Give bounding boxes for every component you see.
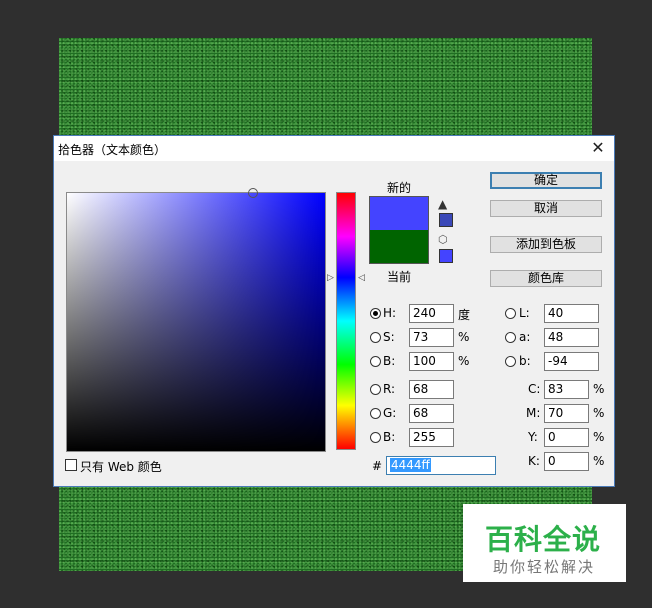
- l-radio[interactable]: [505, 308, 516, 319]
- a-field[interactable]: 48: [544, 328, 599, 347]
- h-label: H:: [383, 306, 397, 320]
- s-field[interactable]: 73: [409, 328, 454, 347]
- k-unit: %: [593, 454, 605, 468]
- c-label: C:: [528, 382, 541, 396]
- c-field[interactable]: 83: [544, 380, 589, 399]
- y-field[interactable]: 0: [544, 428, 589, 447]
- y-label: Y:: [528, 430, 538, 444]
- g-label: G:: [383, 406, 397, 420]
- h-unit: 度: [458, 308, 471, 322]
- blue-radio[interactable]: [370, 432, 381, 443]
- color-picker-dialog: 拾色器（文本颜色） ✕ ▷ ◁ 新的 当前 ▲ ⬡ 确定 取消 添加到色板 颜色…: [53, 135, 615, 487]
- m-unit: %: [593, 406, 605, 420]
- new-color-swatch: [369, 196, 429, 230]
- web-colors-only-label[interactable]: 只有 Web 颜色: [80, 458, 162, 475]
- s-label: S:: [383, 330, 395, 344]
- hex-label: #: [372, 459, 383, 473]
- h-field[interactable]: 240: [409, 304, 454, 323]
- current-color-swatch[interactable]: [369, 230, 429, 264]
- hue-slider-left-arrow-icon[interactable]: ▷: [327, 273, 334, 283]
- watermark-title: 百科全说: [485, 523, 602, 556]
- lab-b-field[interactable]: -94: [544, 352, 599, 371]
- watermark-subtitle: 助你轻松解决: [493, 558, 596, 576]
- web-colors-only-checkbox[interactable]: [65, 459, 77, 471]
- r-radio[interactable]: [370, 384, 381, 395]
- l-field[interactable]: 40: [544, 304, 599, 323]
- close-icon[interactable]: ✕: [588, 138, 608, 158]
- add-to-swatches-button[interactable]: 添加到色板: [490, 236, 602, 253]
- k-label: K:: [528, 454, 540, 468]
- g-radio[interactable]: [370, 408, 381, 419]
- r-field[interactable]: 68: [409, 380, 454, 399]
- h-radio[interactable]: [370, 308, 381, 319]
- web-safe-cube-icon: ⬡: [438, 233, 448, 246]
- blue-field[interactable]: 255: [409, 428, 454, 447]
- lab-b-label: b:: [519, 354, 531, 368]
- current-color-label: 当前: [387, 270, 412, 284]
- brightness-radio[interactable]: [370, 356, 381, 367]
- dialog-title: 拾色器（文本颜色）: [58, 143, 167, 157]
- a-radio[interactable]: [505, 332, 516, 343]
- cancel-button[interactable]: 取消: [490, 200, 602, 217]
- lab-b-radio[interactable]: [505, 356, 516, 367]
- m-label: M:: [526, 406, 541, 420]
- c-unit: %: [593, 382, 605, 396]
- g-field[interactable]: 68: [409, 404, 454, 423]
- watermark: 百科全说 助你轻松解决: [463, 504, 626, 582]
- hex-field[interactable]: 4444ff: [386, 456, 496, 475]
- m-field[interactable]: 70: [544, 404, 589, 423]
- gamut-warning-icon: ▲: [438, 197, 448, 211]
- s-unit: %: [458, 330, 470, 344]
- blue-label: B:: [383, 430, 396, 444]
- hue-slider-right-arrow-icon[interactable]: ◁: [358, 273, 365, 283]
- s-radio[interactable]: [370, 332, 381, 343]
- hex-value: 4444ff: [390, 458, 431, 472]
- color-field-marker[interactable]: [248, 188, 258, 198]
- color-libraries-button[interactable]: 颜色库: [490, 270, 602, 287]
- title-bar[interactable]: 拾色器（文本颜色） ✕: [54, 136, 614, 161]
- hue-slider[interactable]: [336, 192, 356, 450]
- web-safe-swatch[interactable]: [439, 249, 453, 263]
- brightness-label: B:: [383, 354, 396, 368]
- a-label: a:: [519, 330, 531, 344]
- new-color-label: 新的: [387, 181, 412, 195]
- y-unit: %: [593, 430, 605, 444]
- gamut-warning-swatch[interactable]: [439, 213, 453, 227]
- brightness-field[interactable]: 100: [409, 352, 454, 371]
- ok-button[interactable]: 确定: [490, 172, 602, 189]
- brightness-unit: %: [458, 354, 470, 368]
- l-label: L:: [519, 306, 530, 320]
- saturation-brightness-field[interactable]: [66, 192, 326, 452]
- r-label: R:: [383, 382, 396, 396]
- k-field[interactable]: 0: [544, 452, 589, 471]
